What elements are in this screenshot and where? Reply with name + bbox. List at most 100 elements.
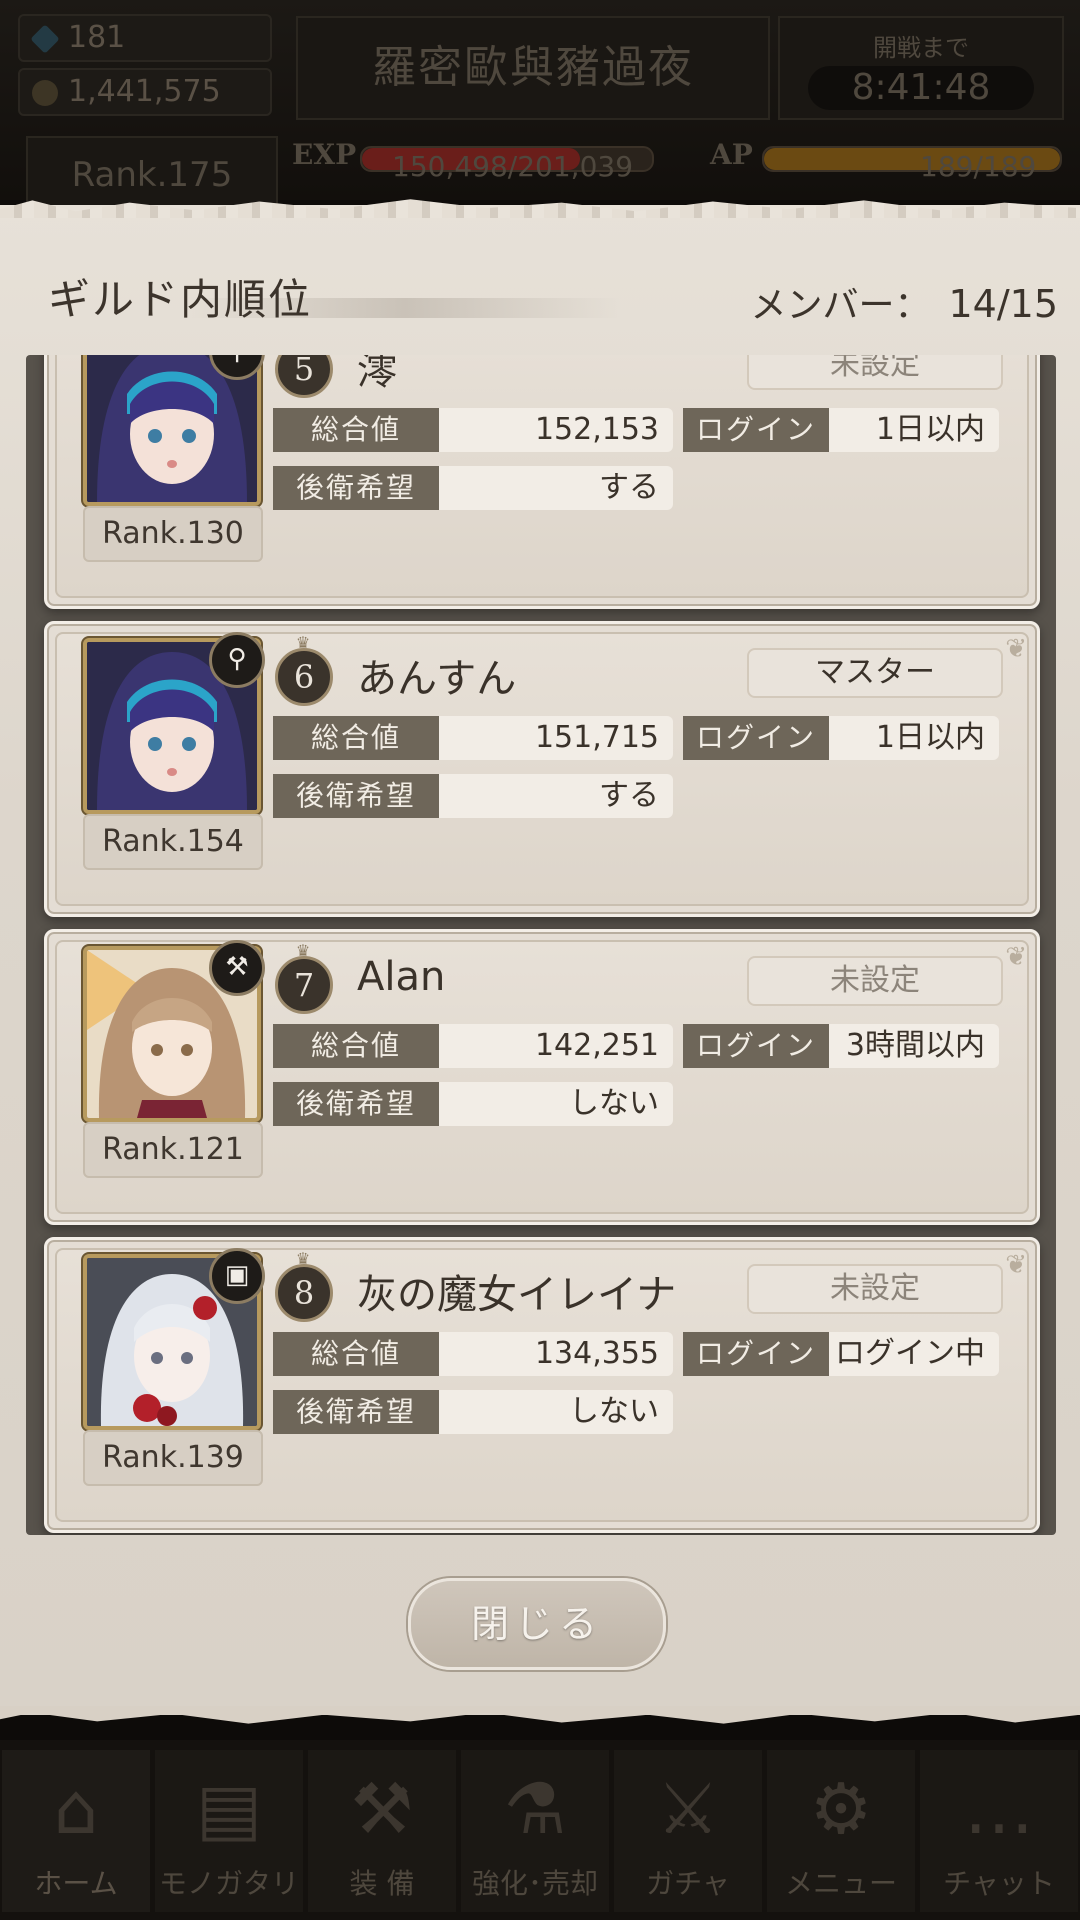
member-card[interactable]: ❦ ▣ Rank.139 ♛ 8 灰の魔女イレイナ 未設定 総合値 134,355 …	[44, 1237, 1040, 1533]
total-power-value: 142,251	[439, 1024, 673, 1068]
nav-menu[interactable]: ⚙ メニュー	[767, 1750, 915, 1912]
ap-label: AP	[710, 138, 753, 171]
guild-position: 未設定	[747, 355, 1003, 390]
rearguard-field: 後衛希望 する	[273, 774, 673, 818]
total-power-field: 総合値 152,153	[273, 408, 673, 452]
field-label: 総合値	[273, 1332, 439, 1376]
guild-position: 未設定	[747, 1264, 1003, 1314]
member-card[interactable]: ❦ ⚲ Rank.130 ♛5 澪 未設定 総合値152,153 後衛希望する …	[44, 355, 1040, 609]
ap-value: 189/189	[920, 150, 1037, 183]
field-label: 後衛希望	[273, 1082, 439, 1126]
nav-label: ガチャ	[646, 1867, 730, 1900]
close-button[interactable]: 閉じる	[408, 1578, 666, 1670]
member-rank: Rank.139	[83, 1430, 263, 1486]
place-number: 5	[275, 355, 333, 398]
timer-label: 開戦まで	[873, 34, 969, 62]
nav-label: 装 備	[349, 1867, 415, 1900]
member-name: 澪	[357, 355, 397, 394]
login-value: 1日以内	[829, 408, 999, 452]
member-rank: Rank.130	[83, 506, 263, 562]
nav-label: 強化･売却	[471, 1867, 598, 1900]
nav-label: チャット	[943, 1867, 1055, 1900]
total-power-field: 総合値 134,355	[273, 1332, 673, 1376]
place-number: 6	[275, 648, 333, 706]
member-card[interactable]: ❦ ⚲ Rank.154 ♛ 6 あんすん マスター 総合値 151,715 後衛希…	[44, 621, 1040, 917]
equipment-icon: ⚒	[350, 1768, 414, 1850]
nav-label: ホーム	[34, 1867, 118, 1900]
rearguard-field: 後衛希望 する	[273, 466, 673, 510]
field-label: ログイン	[683, 716, 829, 760]
field-label: ログイン	[683, 408, 829, 452]
gem-counter: 181	[18, 14, 272, 62]
field-label: 総合値	[273, 716, 439, 760]
gears-icon: ⚙	[809, 1768, 873, 1850]
field-label: 総合値	[273, 408, 439, 452]
timer-value: 8:41:48	[808, 66, 1034, 110]
rearguard-value: しない	[439, 1082, 673, 1126]
place-number: 7	[275, 956, 333, 1014]
guild-name: 羅密歐與豬過夜	[296, 16, 770, 120]
chat-icon: …	[964, 1768, 1034, 1850]
guild-position: 未設定	[747, 956, 1003, 1006]
dialog-title: ギルド内順位	[48, 275, 313, 324]
member-count-value: 14/15	[948, 282, 1058, 326]
staff-icon: ⚲	[209, 632, 265, 688]
member-name: 灰の魔女イレイナ	[357, 1272, 677, 1318]
member-card[interactable]: ❦ ⚒ Rank.121 ♛ 7 Alan 未設定 総合値 142,251 後衛希望…	[44, 929, 1040, 1225]
member-name: あんすん	[357, 656, 517, 702]
member-name: Alan	[357, 954, 446, 1000]
member-rank: Rank.154	[83, 814, 263, 870]
member-count-label: メンバー：	[750, 285, 931, 326]
rearguard-value: する	[439, 774, 673, 818]
place-number: 8	[275, 1264, 333, 1322]
field-label: ログイン	[683, 1332, 829, 1376]
nav-upgrade[interactable]: ⚗ 強化･売却	[461, 1750, 609, 1912]
exp-value: 150,498/201,039	[392, 150, 634, 183]
nav-chat[interactable]: … チャット	[920, 1750, 1078, 1912]
gem-count: 181	[68, 20, 126, 55]
player-rank: Rank.175	[26, 136, 278, 214]
gem-icon	[30, 23, 60, 54]
gold-count: 1,441,575	[68, 74, 221, 109]
tome-icon: ▣	[209, 1248, 265, 1304]
login-value: 1日以内	[829, 716, 999, 760]
field-label: 後衛希望	[273, 1390, 439, 1434]
field-label: 総合値	[273, 1024, 439, 1068]
nav-home[interactable]: ⌂ ホーム	[2, 1750, 150, 1912]
swords-icon: ⚔	[656, 1768, 720, 1850]
total-power-field: 総合値 142,251	[273, 1024, 673, 1068]
status-bar: 181 1,441,575 羅密歐與豬過夜 開戦まで 8:41:48 Rank.…	[0, 0, 1080, 214]
nav-gacha[interactable]: ⚔ ガチャ	[614, 1750, 762, 1912]
coin-icon	[32, 79, 58, 106]
exp-label: EXP	[292, 138, 357, 171]
login-field: ログイン 3時間以内	[683, 1024, 999, 1068]
nav-story[interactable]: ▤ モノガタリ	[155, 1750, 303, 1912]
field-label: 後衛希望	[273, 774, 439, 818]
total-power-field: 総合値 151,715	[273, 716, 673, 760]
field-label: ログイン	[683, 1024, 829, 1068]
login-field: ログイン ログイン中	[683, 1332, 999, 1376]
upgrade-icon: ⚗	[503, 1768, 567, 1850]
member-count: メンバー： 14/15	[750, 276, 1058, 328]
nav-label: メニュー	[784, 1867, 897, 1900]
total-power-value: 134,355	[439, 1332, 673, 1376]
total-power-value: 151,715	[439, 716, 673, 760]
rearguard-field: 後衛希望 しない	[273, 1390, 673, 1434]
rearguard-field: 後衛希望 しない	[273, 1082, 673, 1126]
login-field: ログイン 1日以内	[683, 716, 999, 760]
rearguard-value: しない	[439, 1390, 673, 1434]
place-medal: ♛ 7	[275, 943, 333, 1014]
place-medal: ♛5	[275, 355, 333, 398]
nav-label: モノガタリ	[158, 1867, 299, 1900]
battle-timer: 開戦まで 8:41:48	[778, 16, 1064, 120]
parchment-edge-bottom	[0, 1706, 1080, 1724]
place-medal: ♛ 8	[275, 1251, 333, 1322]
login-field: ログイン 1日以内	[683, 408, 999, 452]
book-icon: ▤	[195, 1768, 263, 1850]
nav-equipment[interactable]: ⚒ 装 備	[308, 1750, 456, 1912]
place-medal: ♛ 6	[275, 635, 333, 706]
castle-icon: ⌂	[53, 1768, 99, 1850]
member-list[interactable]: ❦ ⚲ Rank.130 ♛5 澪 未設定 総合値152,153 後衛希望する …	[26, 355, 1056, 1535]
guild-position: マスター	[747, 648, 1003, 698]
gold-counter: 1,441,575	[18, 68, 272, 116]
